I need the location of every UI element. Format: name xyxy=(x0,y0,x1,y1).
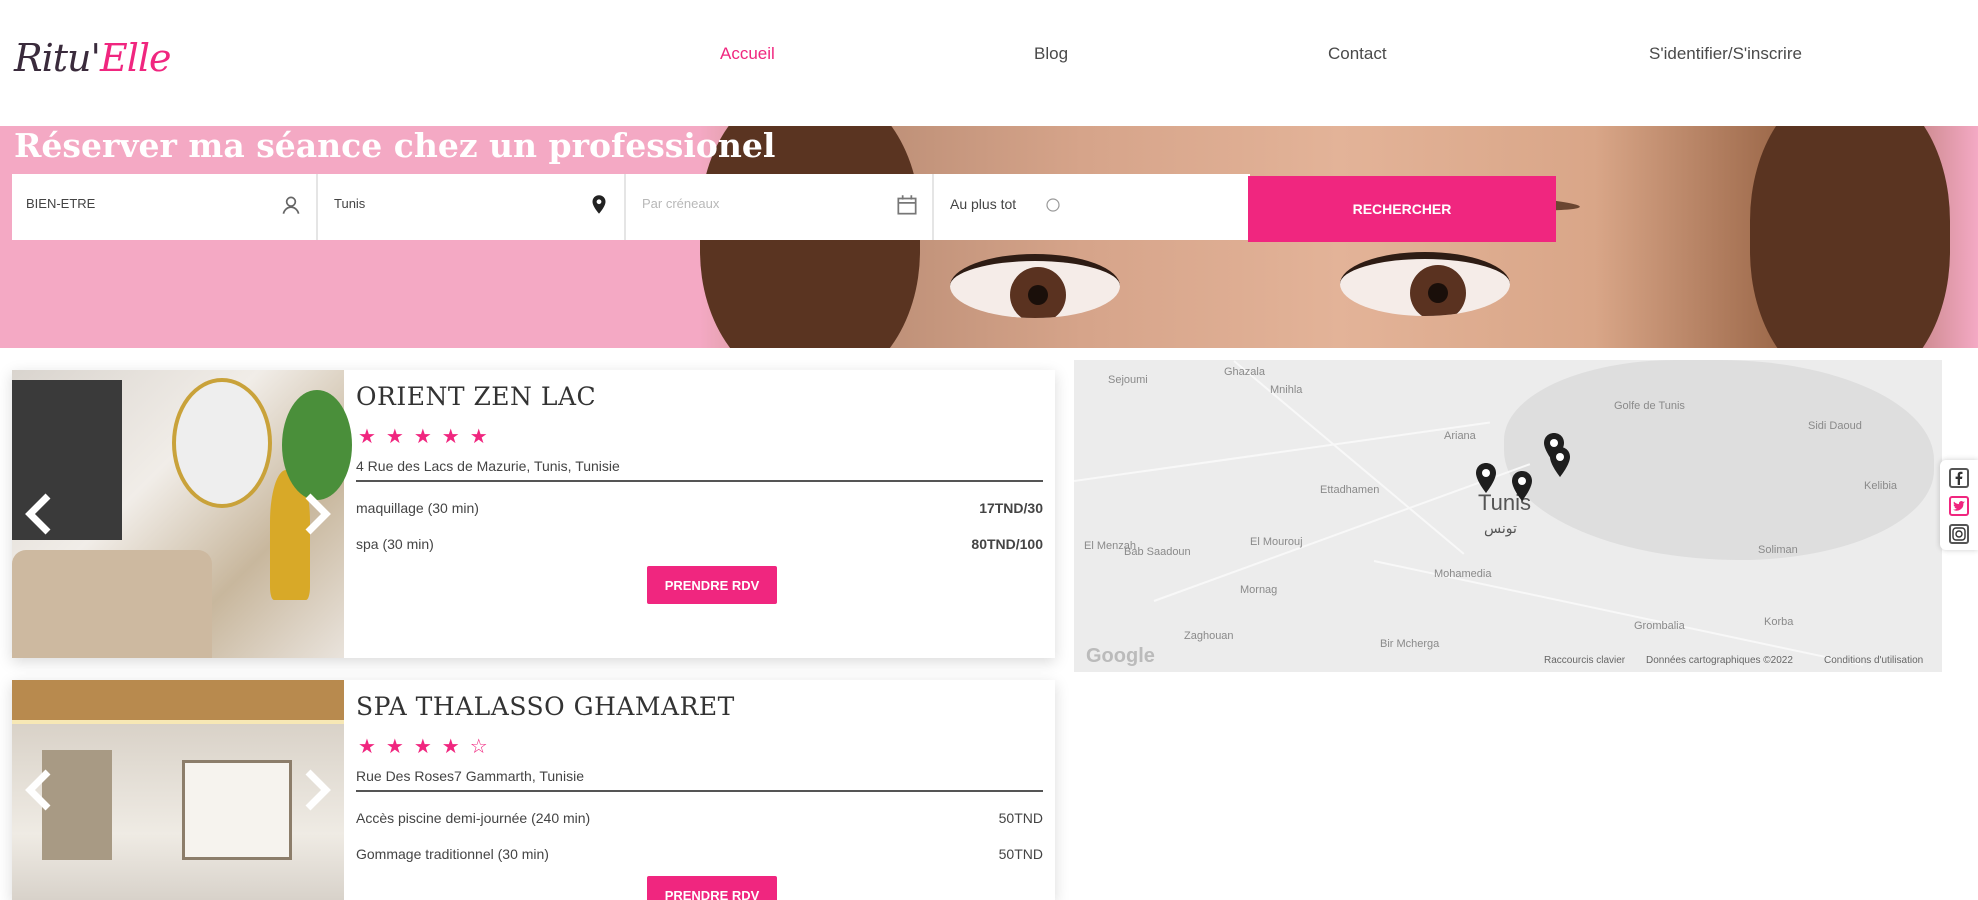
salon-address: Rue Des Roses7 Gammarth, Tunisie xyxy=(356,768,1043,792)
site-header: Ritu'Elle Accueil Blog Contact S'identif… xyxy=(0,0,1978,126)
search-bar: BIEN-ETRE Tunis Par créneaux Au plus tot xyxy=(12,174,1250,240)
nav-login-signup[interactable]: S'identifier/S'inscrire xyxy=(1649,44,1802,64)
date-placeholder: Par créneaux xyxy=(642,196,720,211)
service-name: maquillage (30 min) xyxy=(356,500,479,516)
nav-contact[interactable]: Contact xyxy=(1328,44,1387,64)
book-appointment-button[interactable]: PRENDRE RDV xyxy=(647,566,777,604)
time-field[interactable]: Au plus tot xyxy=(936,174,1248,240)
service-field[interactable]: BIEN-ETRE xyxy=(12,174,318,240)
map-place-label: Zaghouan xyxy=(1184,630,1234,642)
map-data-attribution: Données cartographiques ©2022 xyxy=(1646,655,1793,666)
map-place-label: Ghazala xyxy=(1224,366,1265,378)
google-logo: Google xyxy=(1086,645,1155,667)
city-value: Tunis xyxy=(334,196,366,211)
service-value: BIEN-ETRE xyxy=(26,196,96,211)
service-price: 50TND xyxy=(998,810,1043,826)
nav-blog[interactable]: Blog xyxy=(1034,44,1068,64)
carousel-prev-icon[interactable] xyxy=(20,490,60,538)
eye-left xyxy=(950,254,1120,318)
service-row: maquillage (30 min) 17TND/30 xyxy=(356,500,1043,516)
map-marker-icon[interactable] xyxy=(1548,446,1572,478)
city-field[interactable]: Tunis xyxy=(320,174,626,240)
logo[interactable]: Ritu'Elle xyxy=(14,36,172,80)
map-place-label: Sidi Daoud xyxy=(1808,420,1862,432)
photo-door xyxy=(182,760,292,860)
map-place-label: Grombalia xyxy=(1634,620,1685,632)
facebook-icon[interactable] xyxy=(1949,468,1969,488)
map-place-label: Kelibia xyxy=(1864,480,1898,492)
nav-accueil[interactable]: Accueil xyxy=(720,44,775,64)
social-sidebar xyxy=(1940,460,1978,550)
hair-right xyxy=(1750,126,1950,348)
salon-photo xyxy=(12,680,344,900)
map-terms-link[interactable]: Conditions d'utilisation xyxy=(1824,655,1923,666)
time-value: Au plus tot xyxy=(950,196,1017,212)
service-price: 80TND/100 xyxy=(971,536,1043,552)
map-road xyxy=(1233,360,1465,555)
logo-text-part2: Elle xyxy=(99,36,172,80)
rating-stars: ★★★★★ xyxy=(358,426,498,448)
eye-right xyxy=(1340,252,1510,316)
service-name: spa (30 min) xyxy=(356,536,434,552)
map-place-label: Mornag xyxy=(1240,584,1278,596)
service-row: spa (30 min) 80TND/100 xyxy=(356,536,1043,552)
map-view[interactable]: Sejoumi Ghazala Mnihla Ettadhamen Ariana… xyxy=(1074,360,1942,672)
instagram-icon[interactable] xyxy=(1949,524,1969,544)
map-place-label: Soliman xyxy=(1758,544,1798,556)
carousel-prev-icon[interactable] xyxy=(20,766,60,814)
hero-banner: Réserver ma séance chez un professionel … xyxy=(0,126,1978,348)
service-price: 50TND xyxy=(998,846,1043,862)
salon-card-orient-zen-lac[interactable]: ORIENT ZEN LAC ★★★★★ 4 Rue des Lacs de M… xyxy=(12,370,1055,658)
map-place-label: El Mourouj xyxy=(1250,536,1303,548)
rating-stars: ★★★★☆ xyxy=(358,736,498,758)
date-field[interactable]: Par créneaux xyxy=(628,174,934,240)
search-button[interactable]: RECHERCHER xyxy=(1248,176,1556,242)
photo-sofa xyxy=(12,550,212,658)
user-icon xyxy=(282,196,300,214)
map-place-label: Bab Saadoun xyxy=(1124,546,1191,558)
carousel-next-icon[interactable] xyxy=(296,766,336,814)
map-road xyxy=(1074,421,1491,482)
salon-card-spa-thalasso-ghamaret[interactable]: SPA THALASSO GHAMARET ★★★★☆ Rue Des Rose… xyxy=(12,680,1055,900)
location-pin-icon xyxy=(592,195,606,214)
logo-text-part1: Ritu' xyxy=(14,36,101,80)
map-place-label: Ariana xyxy=(1444,430,1476,442)
service-row: Accès piscine demi-journée (240 min) 50T… xyxy=(356,810,1043,826)
card-body: ORIENT ZEN LAC ★★★★★ 4 Rue des Lacs de M… xyxy=(356,370,1043,658)
photo-mirror xyxy=(172,378,272,508)
service-name: Gommage traditionnel (30 min) xyxy=(356,846,549,862)
map-city-label-ar: تونس xyxy=(1484,520,1517,536)
salon-photo xyxy=(12,370,352,658)
service-row: Gommage traditionnel (30 min) 50TND xyxy=(356,846,1043,862)
map-place-label: Mnihla xyxy=(1270,384,1303,396)
map-place-label: Bir Mcherga xyxy=(1380,638,1440,650)
map-place-label: Sejoumi xyxy=(1108,374,1148,386)
service-price: 17TND/30 xyxy=(979,500,1043,516)
salon-title[interactable]: SPA THALASSO GHAMARET xyxy=(356,692,735,721)
clock-icon xyxy=(1046,198,1060,212)
photo-light-strip xyxy=(12,720,344,724)
map-place-label: Korba xyxy=(1764,616,1794,628)
photo-plant xyxy=(282,390,352,500)
map-place-label: Mohamedia xyxy=(1434,568,1492,580)
salon-title[interactable]: ORIENT ZEN LAC xyxy=(356,382,596,411)
map-marker-icon[interactable] xyxy=(1474,462,1498,494)
map-keyboard-shortcuts-link[interactable]: Raccourcis clavier xyxy=(1544,655,1625,666)
calendar-icon xyxy=(897,195,917,215)
map-place-label: Ettadhamen xyxy=(1320,484,1380,496)
book-appointment-button[interactable]: PRENDRE RDV xyxy=(647,876,777,900)
map-marker-icon[interactable] xyxy=(1510,470,1534,502)
hero-title: Réserver ma séance chez un professionel xyxy=(14,126,776,165)
service-name: Accès piscine demi-journée (240 min) xyxy=(356,810,591,826)
map-place-label: Golfe de Tunis xyxy=(1614,400,1685,412)
twitter-icon[interactable] xyxy=(1949,496,1969,516)
card-body: SPA THALASSO GHAMARET ★★★★☆ Rue Des Rose… xyxy=(356,680,1043,900)
salon-address: 4 Rue des Lacs de Mazurie, Tunis, Tunisi… xyxy=(356,458,1043,482)
carousel-next-icon[interactable] xyxy=(296,490,336,538)
